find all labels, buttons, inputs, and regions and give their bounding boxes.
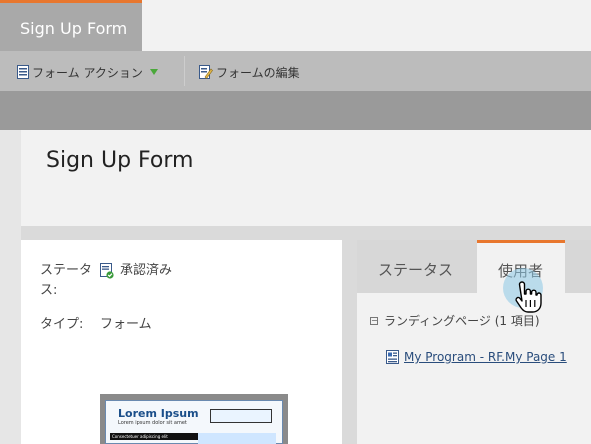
edit-form-icon: [199, 65, 213, 79]
status-label-line2: ス:: [40, 283, 58, 298]
tree-group-landing-pages[interactable]: − ランディングページ (1 項目): [370, 312, 540, 329]
form-actions-label: フォーム アクション: [32, 65, 143, 80]
left-gutter: [0, 130, 21, 444]
type-value: フォーム: [100, 317, 152, 332]
tab-status-label: ステータス: [378, 261, 454, 279]
type-label: タイプ:: [40, 317, 84, 332]
sub-toolbar: [0, 91, 591, 130]
tree-collapse-icon[interactable]: −: [370, 316, 378, 325]
edit-form-label: フォームの編集: [216, 65, 300, 80]
tab-status[interactable]: ステータス: [357, 240, 477, 293]
landing-page-icon: [386, 350, 399, 364]
status-value-text: 承認済み: [120, 263, 173, 278]
approved-status-icon: [100, 263, 114, 279]
dropdown-arrow-icon: [149, 69, 158, 75]
header-panel: [21, 130, 591, 226]
thumbnail-bar: Consectetuer adipiscing elit: [110, 433, 198, 440]
status-value: 承認済み: [100, 261, 172, 281]
edit-form-button[interactable]: フォームの編集: [199, 63, 300, 81]
page-title: Sign Up Form: [46, 148, 194, 173]
thumbnail-subtitle: Lorem ipsum dolor sit amet: [118, 420, 187, 426]
hand-pointer-icon: [515, 281, 542, 313]
tree-item: My Program - RF.My Page 1: [386, 350, 567, 364]
thumbnail-title: Lorem Ipsum: [118, 407, 199, 420]
toolbar: フォーム アクション フォームの編集: [0, 51, 591, 91]
thumbnail-bar-fill: [198, 433, 276, 444]
toolbar-divider: [184, 56, 185, 86]
thumbnail-input-box: [210, 409, 272, 423]
form-actions-icon: [17, 65, 29, 79]
tree-group-label: ランディングページ (1 項目): [384, 314, 540, 328]
tab-sign-up-form[interactable]: Sign Up Form: [0, 0, 142, 51]
tab-strip: Sign Up Form: [0, 0, 591, 51]
status-label-line1: ステータ: [40, 263, 93, 278]
form-actions-button[interactable]: フォーム アクション: [17, 63, 159, 81]
landing-page-link[interactable]: My Program - RF.My Page 1: [404, 350, 567, 364]
tab-label: Sign Up Form: [20, 19, 128, 38]
